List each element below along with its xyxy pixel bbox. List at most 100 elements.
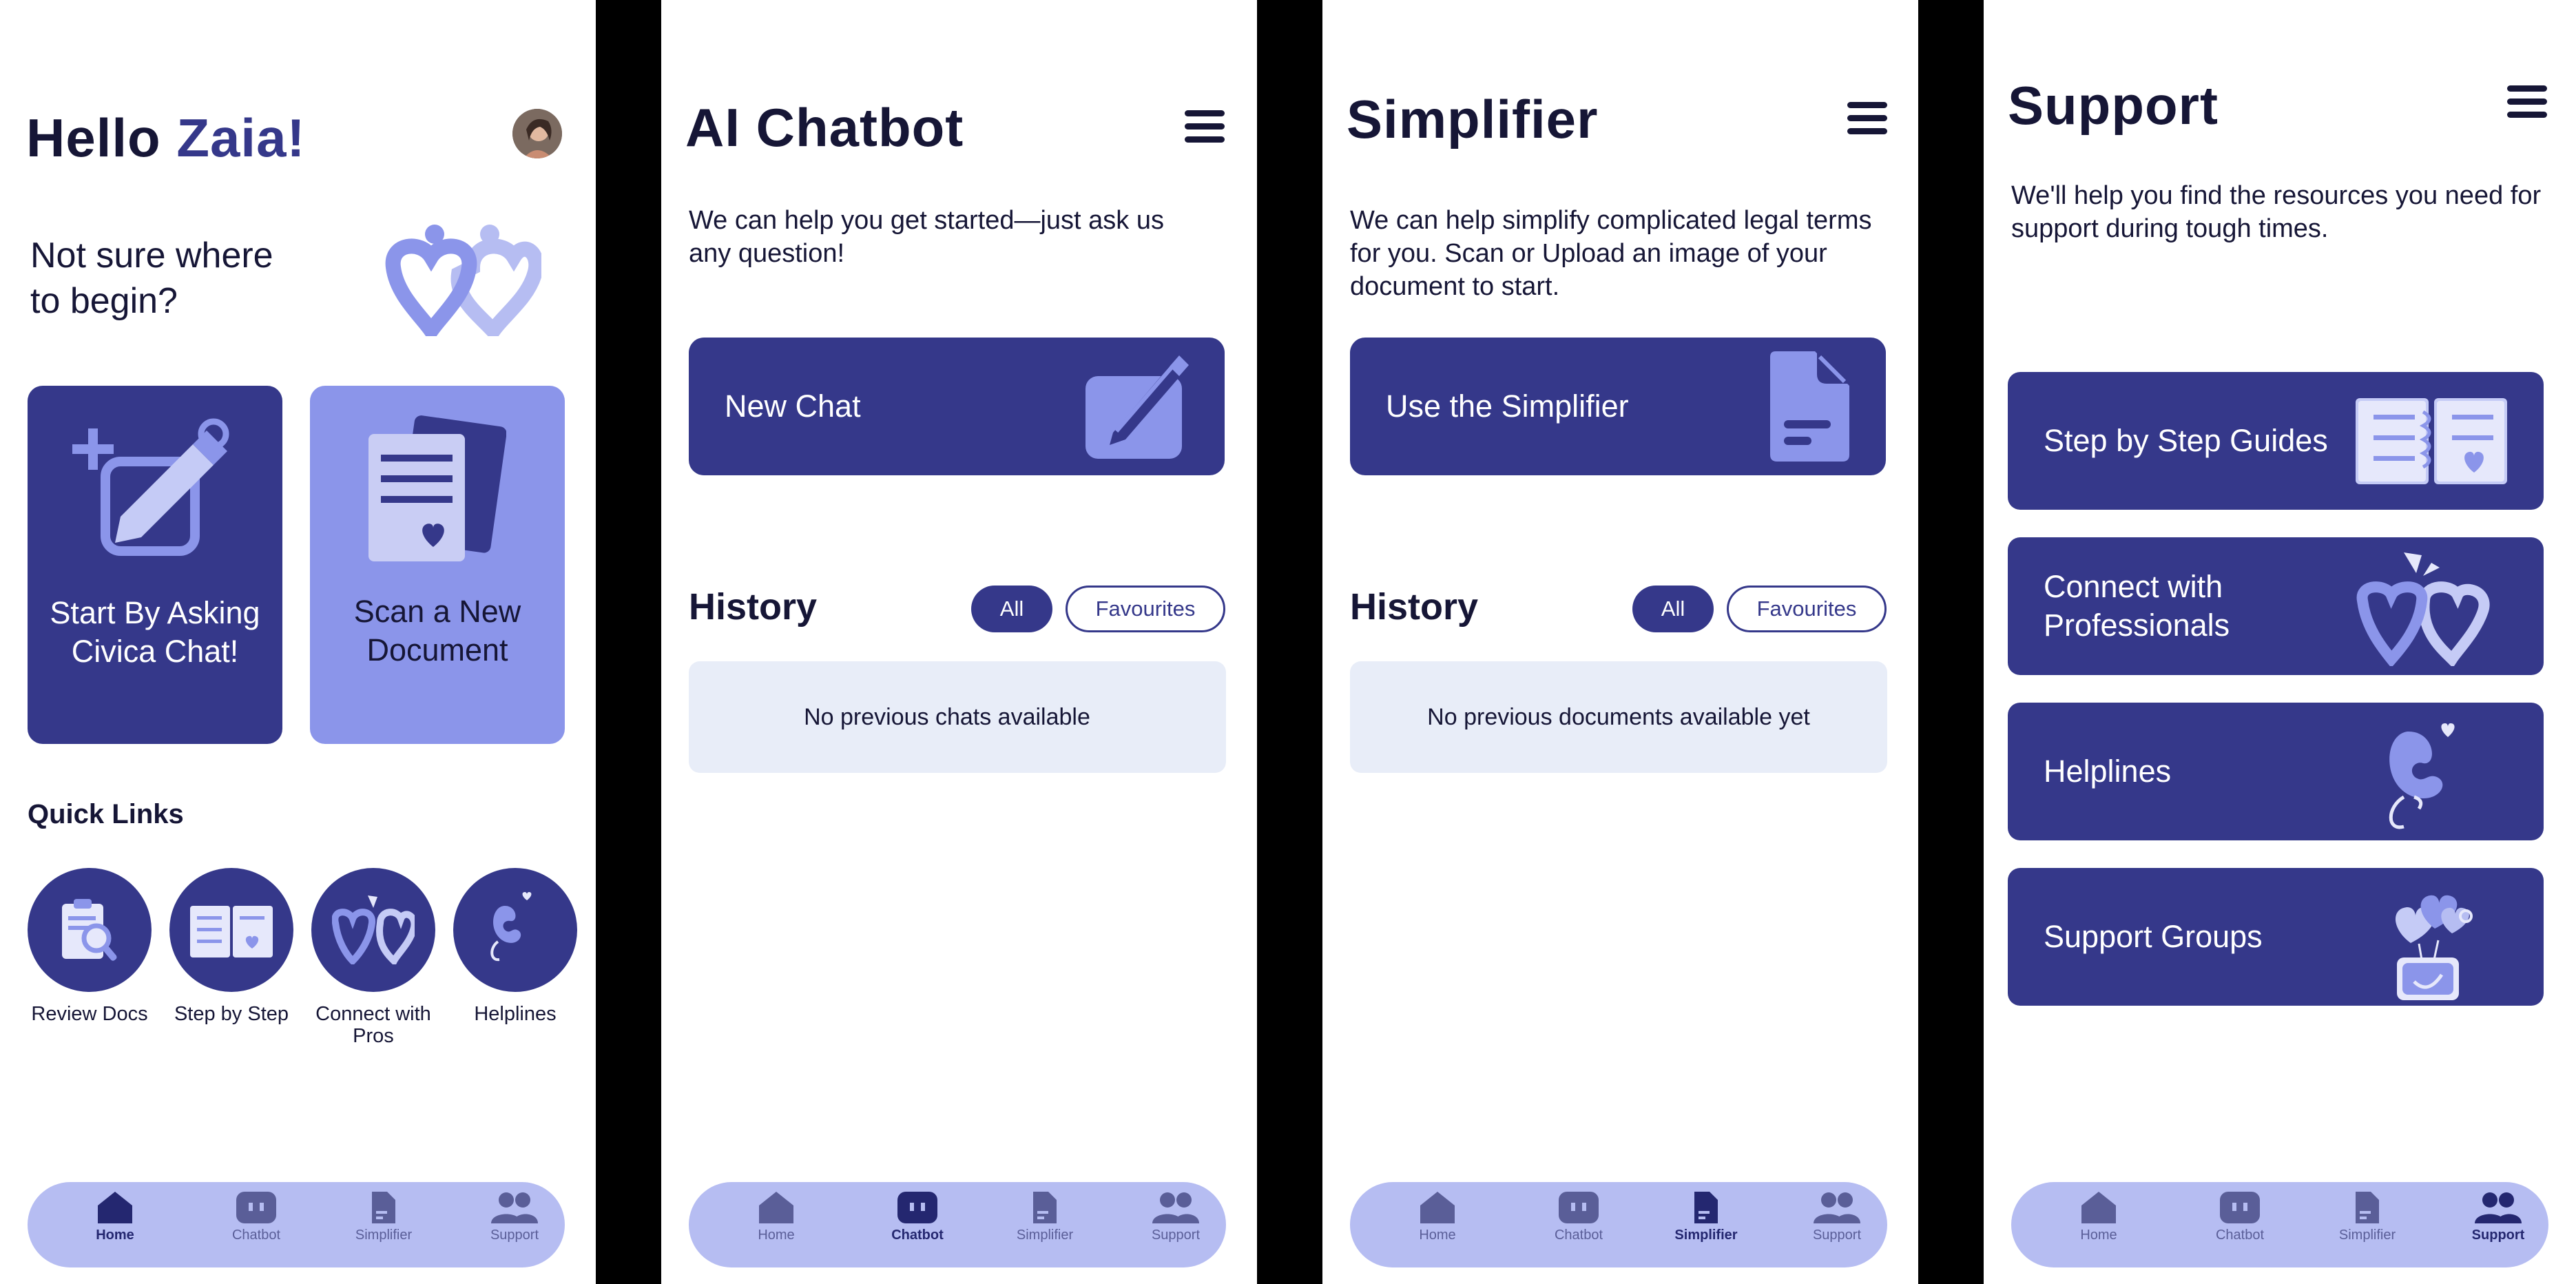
support-item-groups[interactable]: Support Groups bbox=[2008, 868, 2544, 1006]
start-chat-card[interactable]: Start By Asking Civica Chat! bbox=[28, 386, 282, 744]
nav-support[interactable]: Support bbox=[1789, 1190, 1885, 1262]
scan-document-card[interactable]: Scan a New Document bbox=[310, 386, 565, 744]
people-icon bbox=[1152, 1192, 1199, 1223]
simplifier-screen: Simplifier We can help simplify complica… bbox=[1322, 0, 1918, 1284]
nav-label: Support bbox=[1812, 1228, 1862, 1243]
quick-link-label: Review Docs bbox=[31, 1003, 148, 1025]
quick-link-review-docs[interactable] bbox=[28, 868, 152, 992]
document-icon bbox=[1033, 1192, 1057, 1223]
nav-label: Chatbot bbox=[891, 1228, 944, 1243]
chatbot-icon bbox=[897, 1192, 937, 1223]
nav-label: Simplifier bbox=[1016, 1228, 1074, 1243]
prompt-text: Not sure where to begin? bbox=[30, 236, 273, 321]
home-icon bbox=[1420, 1192, 1455, 1223]
nav-label: Home bbox=[758, 1228, 795, 1243]
nav-label: Chatbot bbox=[2215, 1228, 2265, 1243]
user-name: Zaia! bbox=[176, 107, 306, 168]
nav-chatbot[interactable]: Chatbot bbox=[1530, 1190, 1627, 1262]
nav-label: Chatbot bbox=[1554, 1228, 1603, 1243]
page-title: Support bbox=[2008, 75, 2219, 136]
page-description: We can help simplify complicated legal t… bbox=[1350, 206, 1872, 301]
filter-all-button[interactable]: All bbox=[971, 586, 1052, 632]
menu-bar bbox=[2507, 99, 2547, 105]
filter-favourites-button[interactable]: Favourites bbox=[1727, 586, 1887, 632]
edit-icon bbox=[72, 418, 229, 556]
page-description: We can help you get started—just ask us … bbox=[689, 206, 1164, 268]
nav-home[interactable]: Home bbox=[2050, 1190, 2147, 1262]
quick-link-helplines[interactable] bbox=[453, 868, 577, 992]
quick-link-step-by-step[interactable] bbox=[169, 868, 293, 992]
nav-label: Support bbox=[2471, 1228, 2525, 1243]
people-icon bbox=[491, 1192, 538, 1223]
nav-home[interactable]: Home bbox=[67, 1190, 163, 1262]
filter-all-button[interactable]: All bbox=[1632, 586, 1714, 632]
menu-icon[interactable] bbox=[2507, 85, 2547, 118]
document-icon bbox=[1770, 351, 1849, 462]
menu-bar bbox=[2507, 85, 2547, 92]
phone-heart-icon bbox=[2389, 723, 2455, 829]
home-screen: Hello Zaia! Not sure where to begin? Sta… bbox=[0, 0, 596, 1284]
quick-link-label: Helplines bbox=[474, 1003, 557, 1025]
people-icon bbox=[2475, 1192, 2522, 1223]
page-title: Simplifier bbox=[1347, 89, 1599, 149]
heart-balloons-icon bbox=[2396, 895, 2473, 1000]
nav-support[interactable]: Support bbox=[466, 1190, 563, 1262]
support-item-professionals[interactable]: Connect with Professionals bbox=[2008, 537, 2544, 675]
bottom-nav: Home Chatbot Simplifier Support bbox=[2011, 1182, 2548, 1267]
quick-link-connect-pros[interactable] bbox=[311, 868, 435, 992]
quick-link-label: Connect with Pros bbox=[315, 1003, 431, 1047]
bottom-nav: Home Chatbot Simplifier Support bbox=[1350, 1182, 1887, 1267]
nav-label: Home bbox=[1419, 1228, 1456, 1243]
scan-document-label: Scan a New Document bbox=[353, 594, 521, 667]
support-item-step-guides[interactable]: Step by Step Guides bbox=[2008, 372, 2544, 510]
nav-label: Support bbox=[1151, 1228, 1201, 1243]
nav-simplifier[interactable]: Simplifier bbox=[2319, 1190, 2416, 1262]
bottom-nav: Home Chatbot Simplifier Support bbox=[28, 1182, 565, 1267]
document-icon bbox=[1694, 1192, 1718, 1223]
page-title: AI Chatbot bbox=[685, 97, 964, 158]
use-simplifier-label: Use the Simplifier bbox=[1386, 389, 1629, 424]
nav-support[interactable]: Support bbox=[1128, 1190, 1224, 1262]
support-item-label: Support Groups bbox=[2044, 919, 2263, 954]
nav-home[interactable]: Home bbox=[728, 1190, 824, 1262]
new-chat-button[interactable]: New Chat bbox=[689, 338, 1225, 475]
nav-home[interactable]: Home bbox=[1389, 1190, 1486, 1262]
nav-support[interactable]: Support bbox=[2450, 1190, 2546, 1262]
nav-chatbot[interactable]: Chatbot bbox=[208, 1190, 304, 1262]
menu-bar bbox=[1847, 115, 1887, 121]
nav-label: Simplifier bbox=[2338, 1228, 2396, 1243]
page-title: Hello Zaia! bbox=[26, 107, 305, 169]
history-title: History bbox=[1350, 586, 1479, 628]
use-simplifier-button[interactable]: Use the Simplifier bbox=[1350, 338, 1886, 475]
start-chat-label: Start By Asking Civica Chat! bbox=[50, 595, 260, 669]
empty-message: No previous documents available yet bbox=[1427, 703, 1810, 730]
filter-favourites-button[interactable]: Favourites bbox=[1066, 586, 1225, 632]
nav-label: Support bbox=[490, 1228, 539, 1243]
linked-hearts-icon bbox=[2356, 552, 2490, 666]
nav-label: Home bbox=[2080, 1228, 2117, 1243]
nav-simplifier[interactable]: Simplifier bbox=[1658, 1190, 1754, 1262]
nav-simplifier[interactable]: Simplifier bbox=[997, 1190, 1093, 1262]
nav-simplifier[interactable]: Simplifier bbox=[335, 1190, 432, 1262]
menu-icon[interactable] bbox=[1847, 102, 1887, 134]
chatbot-icon bbox=[1559, 1192, 1599, 1223]
document-icon bbox=[2356, 1192, 2379, 1223]
edit-icon bbox=[1086, 355, 1189, 459]
nav-chatbot[interactable]: Chatbot bbox=[869, 1190, 966, 1262]
menu-icon[interactable] bbox=[1185, 110, 1225, 143]
avatar[interactable] bbox=[512, 109, 562, 158]
greeting-text: Hello bbox=[26, 107, 177, 168]
menu-bar bbox=[1185, 123, 1225, 130]
history-empty-state: No previous documents available yet bbox=[1350, 661, 1887, 773]
nav-label: Chatbot bbox=[231, 1228, 281, 1243]
page-description: We'll help you find the resources you ne… bbox=[2011, 181, 2542, 243]
support-screen: Support We'll help you find the resource… bbox=[1984, 0, 2576, 1284]
guide-book-icon bbox=[190, 906, 273, 957]
home-icon bbox=[759, 1192, 793, 1223]
nav-label: Simplifier bbox=[355, 1228, 413, 1243]
support-item-label: Step by Step Guides bbox=[2044, 423, 2328, 458]
bottom-nav: Home Chatbot Simplifier Support bbox=[689, 1182, 1226, 1267]
nav-chatbot[interactable]: Chatbot bbox=[2192, 1190, 2288, 1262]
support-item-helplines[interactable]: Helplines bbox=[2008, 703, 2544, 840]
chatbot-screen: AI Chatbot We can help you get started—j… bbox=[661, 0, 1257, 1284]
